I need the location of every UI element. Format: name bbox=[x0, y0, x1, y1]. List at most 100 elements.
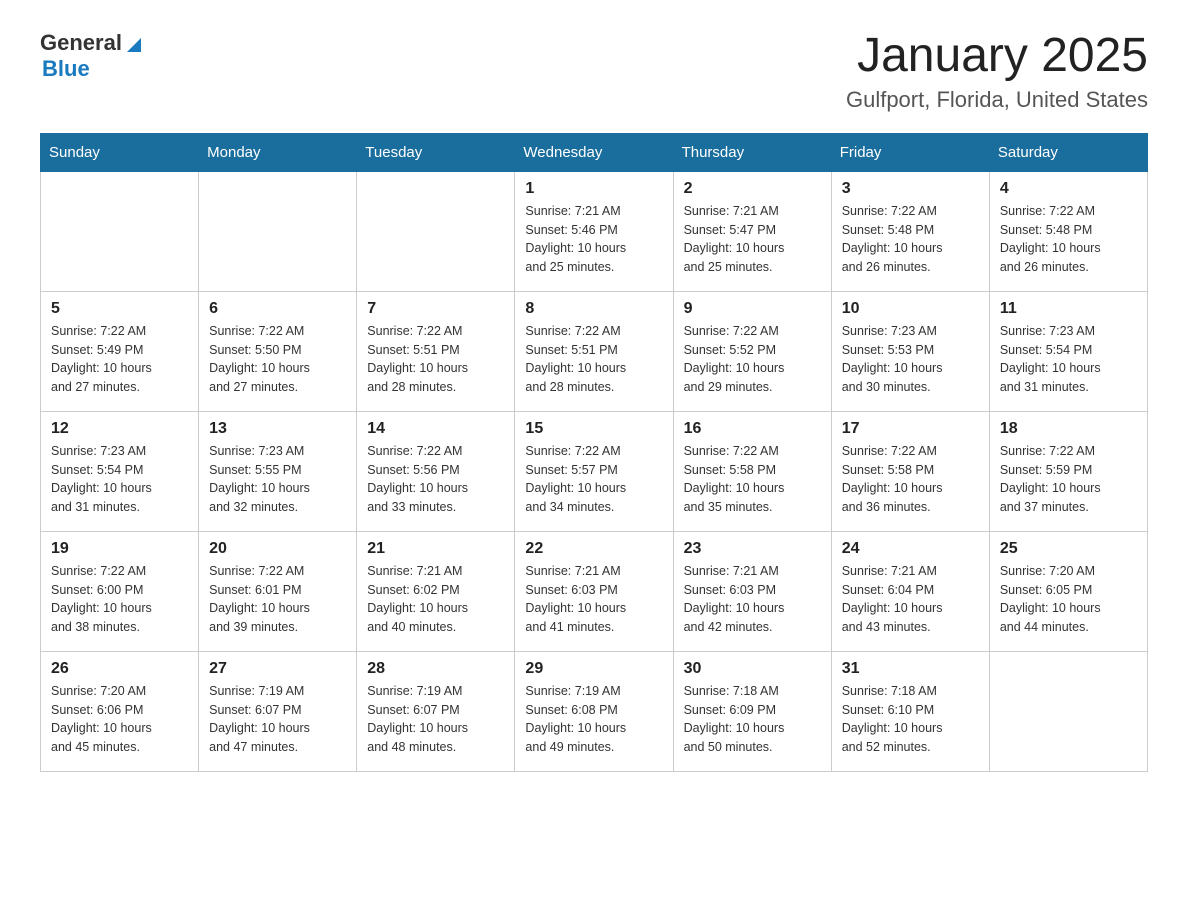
table-row: 8 Sunrise: 7:22 AMSunset: 5:51 PMDaylight… bbox=[515, 291, 673, 411]
table-row: 28 Sunrise: 7:19 AMSunset: 6:07 PMDayligh… bbox=[357, 651, 515, 771]
table-row: 16 Sunrise: 7:22 AMSunset: 5:58 PMDayligh… bbox=[673, 411, 831, 531]
day-info: Sunrise: 7:22 AMSunset: 5:52 PMDaylight:… bbox=[684, 322, 821, 397]
day-number: 7 bbox=[367, 300, 504, 318]
table-row: 15Sunrise: 7:22 AMSunset: 5:57 PMDayligh… bbox=[515, 411, 673, 531]
calendar-week-row: 1 Sunrise: 7:21 AMSunset: 5:46 PMDaylight… bbox=[41, 171, 1148, 291]
day-info: Sunrise: 7:22 AMSunset: 5:58 PMDaylight:… bbox=[684, 442, 821, 517]
table-row: 17Sunrise: 7:22 AMSunset: 5:58 PMDayligh… bbox=[831, 411, 989, 531]
table-row: 26 Sunrise: 7:20 AMSunset: 6:06 PMDayligh… bbox=[41, 651, 199, 771]
day-number: 26 bbox=[51, 660, 188, 678]
table-row: 13Sunrise: 7:23 AMSunset: 5:55 PMDayligh… bbox=[199, 411, 357, 531]
table-row: 21 Sunrise: 7:21 AMSunset: 6:02 PMDayligh… bbox=[357, 531, 515, 651]
table-row bbox=[989, 651, 1147, 771]
day-info: Sunrise: 7:21 AMSunset: 5:46 PMDaylight:… bbox=[525, 202, 662, 277]
day-info: Sunrise: 7:18 AMSunset: 6:10 PMDaylight:… bbox=[842, 682, 979, 757]
table-row: 30 Sunrise: 7:18 AMSunset: 6:09 PMDayligh… bbox=[673, 651, 831, 771]
header-saturday: Saturday bbox=[989, 133, 1147, 171]
day-number: 10 bbox=[842, 300, 979, 318]
header-tuesday: Tuesday bbox=[357, 133, 515, 171]
header-thursday: Thursday bbox=[673, 133, 831, 171]
day-number: 30 bbox=[684, 660, 821, 678]
day-info: Sunrise: 7:21 AMSunset: 6:02 PMDaylight:… bbox=[367, 562, 504, 637]
table-row bbox=[199, 171, 357, 291]
day-number: 18 bbox=[1000, 420, 1137, 438]
table-row: 24Sunrise: 7:21 AMSunset: 6:04 PMDayligh… bbox=[831, 531, 989, 651]
table-row: 22 Sunrise: 7:21 AMSunset: 6:03 PMDayligh… bbox=[515, 531, 673, 651]
day-number: 16 bbox=[684, 420, 821, 438]
day-info: Sunrise: 7:23 AMSunset: 5:53 PMDaylight:… bbox=[842, 322, 979, 397]
table-row: 29Sunrise: 7:19 AMSunset: 6:08 PMDayligh… bbox=[515, 651, 673, 771]
calendar-week-row: 26 Sunrise: 7:20 AMSunset: 6:06 PMDayligh… bbox=[41, 651, 1148, 771]
day-number: 28 bbox=[367, 660, 504, 678]
day-info: Sunrise: 7:20 AMSunset: 6:06 PMDaylight:… bbox=[51, 682, 188, 757]
day-number: 19 bbox=[51, 540, 188, 558]
day-number: 29 bbox=[525, 660, 662, 678]
table-row: 31 Sunrise: 7:18 AMSunset: 6:10 PMDayligh… bbox=[831, 651, 989, 771]
table-row: 5Sunrise: 7:22 AMSunset: 5:49 PMDaylight… bbox=[41, 291, 199, 411]
day-number: 31 bbox=[842, 660, 979, 678]
header-monday: Monday bbox=[199, 133, 357, 171]
day-info: Sunrise: 7:22 AMSunset: 5:50 PMDaylight:… bbox=[209, 322, 346, 397]
day-info: Sunrise: 7:21 AMSunset: 6:03 PMDaylight:… bbox=[525, 562, 662, 637]
table-row: 7Sunrise: 7:22 AMSunset: 5:51 PMDaylight… bbox=[357, 291, 515, 411]
table-row bbox=[41, 171, 199, 291]
table-row: 2Sunrise: 7:21 AMSunset: 5:47 PMDaylight… bbox=[673, 171, 831, 291]
table-row: 1 Sunrise: 7:21 AMSunset: 5:46 PMDaylight… bbox=[515, 171, 673, 291]
day-number: 11 bbox=[1000, 300, 1137, 318]
table-row: 23 Sunrise: 7:21 AMSunset: 6:03 PMDayligh… bbox=[673, 531, 831, 651]
table-row: 14Sunrise: 7:22 AMSunset: 5:56 PMDayligh… bbox=[357, 411, 515, 531]
table-row: 4 Sunrise: 7:22 AMSunset: 5:48 PMDaylight… bbox=[989, 171, 1147, 291]
calendar-week-row: 5Sunrise: 7:22 AMSunset: 5:49 PMDaylight… bbox=[41, 291, 1148, 411]
day-number: 8 bbox=[525, 300, 662, 318]
day-info: Sunrise: 7:22 AMSunset: 5:59 PMDaylight:… bbox=[1000, 442, 1137, 517]
day-info: Sunrise: 7:22 AMSunset: 5:48 PMDaylight:… bbox=[1000, 202, 1137, 277]
day-info: Sunrise: 7:19 AMSunset: 6:07 PMDaylight:… bbox=[367, 682, 504, 757]
day-info: Sunrise: 7:20 AMSunset: 6:05 PMDaylight:… bbox=[1000, 562, 1137, 637]
day-info: Sunrise: 7:21 AMSunset: 6:04 PMDaylight:… bbox=[842, 562, 979, 637]
day-number: 5 bbox=[51, 300, 188, 318]
day-info: Sunrise: 7:22 AMSunset: 5:51 PMDaylight:… bbox=[525, 322, 662, 397]
day-number: 9 bbox=[684, 300, 821, 318]
calendar-table: Sunday Monday Tuesday Wednesday Thursday… bbox=[40, 133, 1148, 772]
day-number: 22 bbox=[525, 540, 662, 558]
header-sunday: Sunday bbox=[41, 133, 199, 171]
table-row: 27 Sunrise: 7:19 AMSunset: 6:07 PMDayligh… bbox=[199, 651, 357, 771]
day-info: Sunrise: 7:18 AMSunset: 6:09 PMDaylight:… bbox=[684, 682, 821, 757]
header-wednesday: Wednesday bbox=[515, 133, 673, 171]
logo-blue-text: Blue bbox=[42, 56, 90, 81]
table-row: 12Sunrise: 7:23 AMSunset: 5:54 PMDayligh… bbox=[41, 411, 199, 531]
table-row: 25 Sunrise: 7:20 AMSunset: 6:05 PMDayligh… bbox=[989, 531, 1147, 651]
day-number: 21 bbox=[367, 540, 504, 558]
day-info: Sunrise: 7:21 AMSunset: 6:03 PMDaylight:… bbox=[684, 562, 821, 637]
table-row bbox=[357, 171, 515, 291]
logo-general-text: General bbox=[40, 30, 122, 56]
day-info: Sunrise: 7:23 AMSunset: 5:55 PMDaylight:… bbox=[209, 442, 346, 517]
day-number: 20 bbox=[209, 540, 346, 558]
day-number: 27 bbox=[209, 660, 346, 678]
day-info: Sunrise: 7:21 AMSunset: 5:47 PMDaylight:… bbox=[684, 202, 821, 277]
table-row: 6Sunrise: 7:22 AMSunset: 5:50 PMDaylight… bbox=[199, 291, 357, 411]
header-friday: Friday bbox=[831, 133, 989, 171]
table-row: 11 Sunrise: 7:23 AMSunset: 5:54 PMDayligh… bbox=[989, 291, 1147, 411]
calendar-header-row: Sunday Monday Tuesday Wednesday Thursday… bbox=[41, 133, 1148, 171]
day-info: Sunrise: 7:22 AMSunset: 5:56 PMDaylight:… bbox=[367, 442, 504, 517]
day-number: 15 bbox=[525, 420, 662, 438]
day-number: 3 bbox=[842, 180, 979, 198]
day-number: 25 bbox=[1000, 540, 1137, 558]
table-row: 10 Sunrise: 7:23 AMSunset: 5:53 PMDayligh… bbox=[831, 291, 989, 411]
day-number: 4 bbox=[1000, 180, 1137, 198]
day-number: 17 bbox=[842, 420, 979, 438]
table-row: 18 Sunrise: 7:22 AMSunset: 5:59 PMDayligh… bbox=[989, 411, 1147, 531]
day-number: 23 bbox=[684, 540, 821, 558]
day-info: Sunrise: 7:19 AMSunset: 6:07 PMDaylight:… bbox=[209, 682, 346, 757]
day-info: Sunrise: 7:23 AMSunset: 5:54 PMDaylight:… bbox=[1000, 322, 1137, 397]
day-info: Sunrise: 7:23 AMSunset: 5:54 PMDaylight:… bbox=[51, 442, 188, 517]
day-number: 1 bbox=[525, 180, 662, 198]
day-info: Sunrise: 7:22 AMSunset: 6:01 PMDaylight:… bbox=[209, 562, 346, 637]
calendar-week-row: 19Sunrise: 7:22 AMSunset: 6:00 PMDayligh… bbox=[41, 531, 1148, 651]
table-row: 20 Sunrise: 7:22 AMSunset: 6:01 PMDayligh… bbox=[199, 531, 357, 651]
logo: General Blue bbox=[40, 30, 145, 82]
page-header: General Blue January 2025 Gulfport, Flor… bbox=[40, 30, 1148, 113]
table-row: 19Sunrise: 7:22 AMSunset: 6:00 PMDayligh… bbox=[41, 531, 199, 651]
logo-triangle-icon bbox=[123, 32, 145, 54]
